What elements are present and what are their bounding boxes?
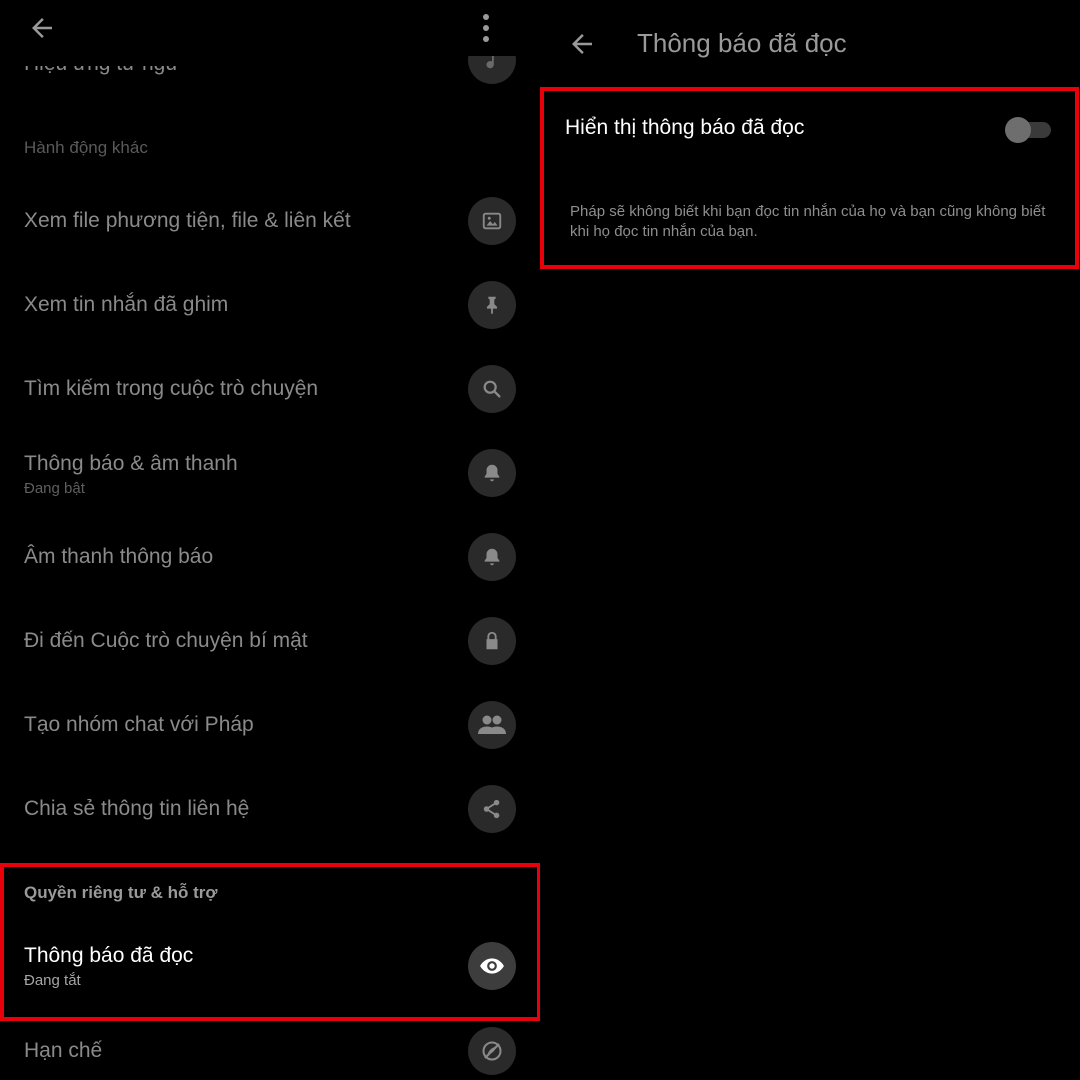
bell-icon-circle-2	[468, 533, 516, 581]
eye-icon	[480, 958, 504, 974]
read-receipts-settings-panel	[540, 0, 1080, 1080]
media-files-links-label: Xem file phương tiện, file & liên kết	[24, 209, 351, 232]
lock-icon	[486, 631, 498, 650]
notification-sound-label: Âm thanh thông báo	[24, 545, 214, 568]
more-vertical-icon	[483, 14, 489, 42]
arrow-left-icon	[32, 18, 52, 38]
share-icon	[483, 799, 500, 819]
image-icon	[482, 212, 502, 230]
more-options-button[interactable]	[470, 10, 502, 46]
search-icon	[483, 380, 501, 398]
show-read-receipts-label: Hiển thị thông báo đã đọc	[565, 116, 805, 139]
secret-conversation-label: Đi đến Cuộc trò chuyện bí mật	[24, 629, 308, 652]
pin-icon-circle	[468, 281, 516, 329]
image-icon-circle	[468, 197, 516, 245]
read-receipts-status: Đang tắt	[24, 972, 81, 989]
read-receipts-label: Thông báo đã đọc	[24, 944, 194, 967]
other-actions-header: Hành động khác	[24, 138, 148, 157]
notification-sound-item[interactable]: Âm thanh thông báo	[0, 532, 540, 584]
search-conversation-item[interactable]: Tìm kiếm trong cuộc trò chuyện	[0, 364, 540, 416]
create-group-label: Tạo nhóm chat với Pháp	[24, 713, 254, 736]
privacy-support-header: Quyền riêng tư & hỗ trợ	[24, 883, 218, 902]
word-effects-label: Hiệu ứng từ ngữ	[24, 52, 180, 75]
bell-icon-circle	[468, 449, 516, 497]
right-back-button[interactable]	[566, 28, 598, 60]
bell-icon	[484, 548, 500, 566]
conversation-settings-panel: Hiệu ứng từ ngữ Hành động khác Xem file …	[0, 0, 540, 1080]
restrict-icon	[482, 1041, 502, 1061]
read-receipts-item[interactable]: Thông báo đã đọc Đang tắt	[0, 938, 540, 994]
share-icon-circle	[468, 785, 516, 833]
restrict-item[interactable]: Hạn chế	[0, 1026, 540, 1078]
create-group-item[interactable]: Tạo nhóm chat với Pháp	[0, 700, 540, 752]
word-effects-item[interactable]: Hiệu ứng từ ngữ	[0, 50, 540, 90]
notifications-sounds-item[interactable]: Thông báo & âm thanh Đang bật	[0, 446, 540, 502]
pin-icon	[486, 296, 498, 315]
media-files-links-item[interactable]: Xem file phương tiện, file & liên kết	[0, 196, 540, 248]
lock-icon-circle	[468, 617, 516, 665]
back-button[interactable]	[26, 12, 58, 44]
eye-icon-circle	[468, 942, 516, 990]
pinned-messages-label: Xem tin nhắn đã ghim	[24, 293, 229, 316]
pinned-messages-item[interactable]: Xem tin nhắn đã ghim	[0, 280, 540, 332]
page-title: Thông báo đã đọc	[637, 28, 847, 58]
search-icon-circle	[468, 365, 516, 413]
notifications-sounds-label: Thông báo & âm thanh	[24, 452, 238, 475]
bell-icon	[484, 464, 500, 482]
secret-conversation-item[interactable]: Đi đến Cuộc trò chuyện bí mật	[0, 616, 540, 668]
show-read-receipts-toggle[interactable]	[1005, 116, 1053, 143]
group-icon	[478, 715, 506, 734]
group-icon-circle	[468, 701, 516, 749]
search-conversation-label: Tìm kiếm trong cuộc trò chuyện	[24, 377, 319, 400]
arrow-left-icon	[572, 34, 592, 54]
toggle-thumb	[1005, 117, 1031, 143]
share-contact-label: Chia sẻ thông tin liên hệ	[24, 797, 250, 820]
notifications-sounds-status: Đang bật	[24, 480, 85, 497]
music-icon	[486, 56, 494, 69]
share-contact-item[interactable]: Chia sẻ thông tin liên hệ	[0, 784, 540, 836]
restrict-label: Hạn chế	[24, 1039, 103, 1062]
read-receipts-description: Pháp sẽ không biết khi bạn đọc tin nhắn …	[570, 203, 1046, 240]
restrict-icon-circle	[468, 1027, 516, 1075]
